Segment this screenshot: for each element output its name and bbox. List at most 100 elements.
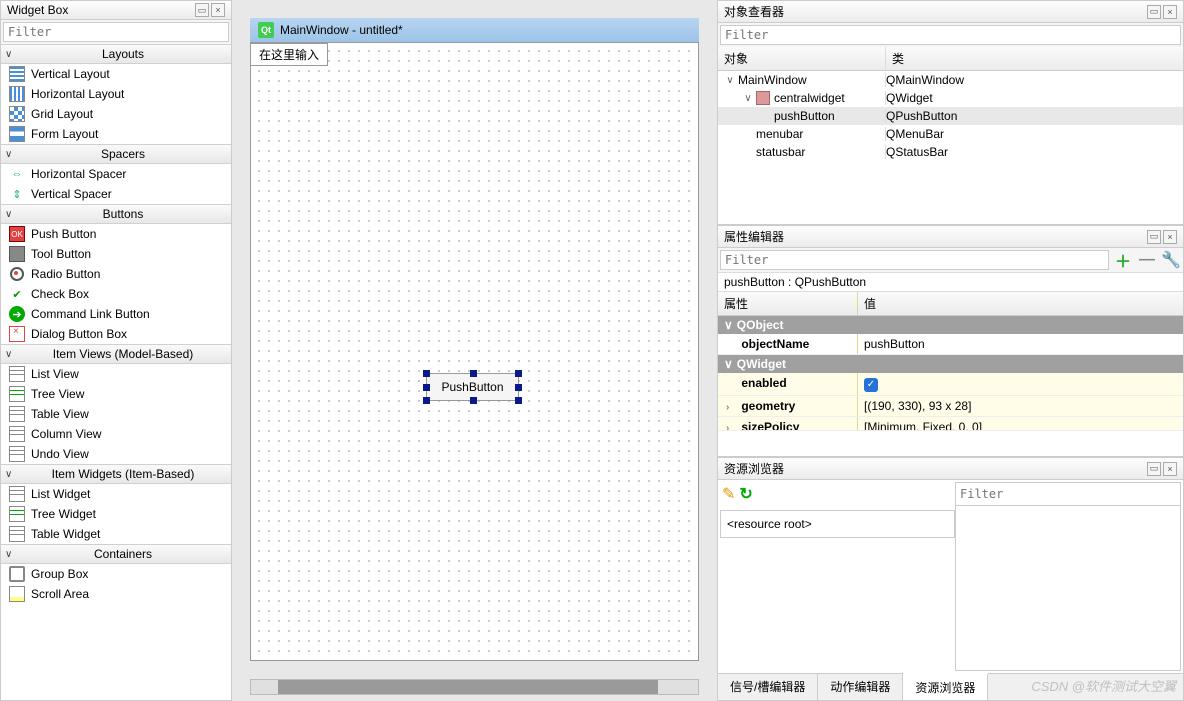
close-icon[interactable]: ×: [211, 3, 225, 17]
property-editor-title: 属性编辑器: [724, 228, 1147, 245]
resize-handle[interactable]: [515, 397, 522, 404]
widget-item[interactable]: Undo View: [1, 444, 231, 464]
vspacer-icon: ⇕: [9, 186, 25, 202]
widget-item[interactable]: Group Box: [1, 564, 231, 584]
object-tree-row[interactable]: menubarQMenuBar: [718, 125, 1183, 143]
widget-item[interactable]: ⇔Horizontal Spacer: [1, 164, 231, 184]
resize-handle[interactable]: [423, 384, 430, 391]
window-titlebar[interactable]: Qt MainWindow - untitled*: [250, 18, 699, 42]
radio-icon: [9, 266, 25, 282]
object-tree-row[interactable]: statusbarQStatusBar: [718, 143, 1183, 161]
widget-category[interactable]: ∨Item Widgets (Item-Based): [1, 464, 231, 484]
widget-item[interactable]: Form Layout: [1, 124, 231, 144]
checkbox-checked-icon[interactable]: ✓: [864, 378, 878, 392]
object-inspector-title: 对象查看器: [724, 3, 1147, 20]
property-section[interactable]: ∨QWidget: [718, 355, 1183, 373]
widget-item[interactable]: Horizontal Layout: [1, 84, 231, 104]
check-icon: ✔: [9, 286, 25, 302]
grid-icon: [9, 106, 25, 122]
property-row[interactable]: › geometry[(190, 330), 93 x 28]: [718, 396, 1183, 417]
horizontal-scrollbar[interactable]: [250, 679, 699, 695]
configure-icon[interactable]: 🔧: [1161, 250, 1181, 270]
scrollarea-icon: [9, 586, 25, 602]
widget-category[interactable]: ∨Item Views (Model-Based): [1, 344, 231, 364]
dock-icon[interactable]: ▭: [1147, 5, 1161, 19]
object-tree-row[interactable]: pushButtonQPushButton: [718, 107, 1183, 125]
window-title: MainWindow - untitled*: [280, 23, 403, 37]
design-canvas-area: Qt MainWindow - untitled* 在这里输入 PushButt…: [232, 0, 717, 701]
widget-item[interactable]: List Widget: [1, 484, 231, 504]
object-tree-header: 对象 类: [718, 47, 1183, 71]
widget-box-filter[interactable]: [3, 22, 229, 42]
widget-item[interactable]: List View: [1, 364, 231, 384]
resource-browser-header: 资源浏览器 ▭×: [718, 458, 1183, 480]
view ic-tree-icon: [9, 386, 25, 402]
widget-item[interactable]: Vertical Layout: [1, 64, 231, 84]
property-row[interactable]: objectNamepushButton: [718, 334, 1183, 355]
widget-item[interactable]: Scroll Area: [1, 584, 231, 604]
widget-item[interactable]: Tree Widget: [1, 504, 231, 524]
object-inspector-header: 对象查看器 ▭×: [718, 1, 1183, 23]
widget-item[interactable]: Column View: [1, 424, 231, 444]
resource-preview: [956, 506, 1180, 670]
widget-item[interactable]: Dialog Button Box: [1, 324, 231, 344]
widget-item[interactable]: Grid Layout: [1, 104, 231, 124]
view-icon: [9, 426, 25, 442]
object-tree-row[interactable]: ∨centralwidgetQWidget: [718, 89, 1183, 107]
resize-handle[interactable]: [515, 384, 522, 391]
widget-category[interactable]: ∨Spacers: [1, 144, 231, 164]
property-row[interactable]: enabled✓: [718, 373, 1183, 396]
property-editor-header: 属性编辑器 ▭×: [718, 226, 1183, 248]
resize-handle[interactable]: [423, 370, 430, 377]
view ic-tree-icon: [9, 506, 25, 522]
dock-icon[interactable]: ▭: [1147, 230, 1161, 244]
close-icon[interactable]: ×: [1163, 462, 1177, 476]
edit-resources-icon[interactable]: ✎: [722, 484, 735, 504]
resize-handle[interactable]: [515, 370, 522, 377]
bottom-tab[interactable]: 动作编辑器: [818, 674, 903, 700]
widget-item[interactable]: OKPush Button: [1, 224, 231, 244]
property-row[interactable]: › sizePolicy[Minimum, Fixed, 0, 0]: [718, 417, 1183, 431]
close-icon[interactable]: ×: [1163, 5, 1177, 19]
form-icon: [9, 126, 25, 142]
widget-category[interactable]: ∨Layouts: [1, 44, 231, 64]
widget-item[interactable]: ⇕Vertical Spacer: [1, 184, 231, 204]
menubar-placeholder[interactable]: 在这里输入: [250, 43, 328, 66]
dock-icon[interactable]: ▭: [195, 3, 209, 17]
widget-item[interactable]: Radio Button: [1, 264, 231, 284]
property-filter[interactable]: [720, 250, 1109, 270]
resource-tree[interactable]: <resource root>: [720, 510, 955, 538]
widget-item[interactable]: Tool Button: [1, 244, 231, 264]
reload-icon[interactable]: ↻: [739, 484, 752, 504]
pushbutton-widget[interactable]: PushButton: [426, 373, 519, 401]
pushbtn-icon: OK: [9, 226, 25, 242]
object-inspector-filter[interactable]: [720, 25, 1181, 45]
close-icon[interactable]: ×: [1163, 230, 1177, 244]
property-object-label: pushButton : QPushButton: [718, 273, 1183, 292]
resize-handle[interactable]: [470, 370, 477, 377]
form-canvas[interactable]: 在这里输入 PushButton: [250, 42, 699, 661]
resize-handle[interactable]: [470, 397, 477, 404]
bottom-tab[interactable]: 资源浏览器: [903, 673, 988, 700]
view-icon: [9, 446, 25, 462]
widget-icon: [756, 91, 770, 105]
resource-browser-title: 资源浏览器: [724, 460, 1147, 477]
widget-item[interactable]: Table Widget: [1, 524, 231, 544]
resource-root[interactable]: <resource root>: [727, 517, 812, 531]
widget-category[interactable]: ∨Buttons: [1, 204, 231, 224]
add-property-icon[interactable]: ＋: [1113, 250, 1133, 270]
widget-box-list: ∨LayoutsVertical LayoutHorizontal Layout…: [1, 44, 231, 700]
bottom-tab[interactable]: 信号/槽编辑器: [718, 674, 818, 700]
property-section[interactable]: ∨QObject: [718, 316, 1183, 334]
resize-handle[interactable]: [423, 397, 430, 404]
object-tree-row[interactable]: ∨MainWindowQMainWindow: [718, 71, 1183, 89]
watermark: CSDN @软件测试大空翼: [1031, 676, 1176, 695]
remove-property-icon[interactable]: —: [1137, 250, 1157, 270]
dock-icon[interactable]: ▭: [1147, 462, 1161, 476]
widget-item[interactable]: Table View: [1, 404, 231, 424]
widget-item[interactable]: Tree View: [1, 384, 231, 404]
widget-item[interactable]: ✔Check Box: [1, 284, 231, 304]
resource-filter[interactable]: [956, 483, 1180, 506]
widget-item[interactable]: ➔Command Link Button: [1, 304, 231, 324]
widget-category[interactable]: ∨Containers: [1, 544, 231, 564]
